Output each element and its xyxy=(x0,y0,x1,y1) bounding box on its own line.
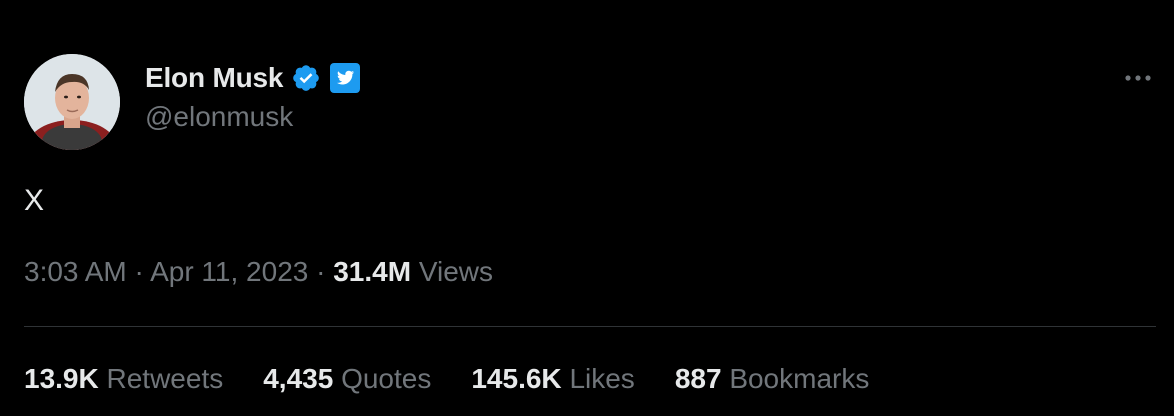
tweet: Elon Musk @elonmusk X 3:03 AM · Apr 11, … xyxy=(0,0,1174,416)
views-count: 31.4M xyxy=(333,256,412,287)
meta-separator: · xyxy=(308,256,334,287)
likes-stat[interactable]: 145.6K Likes xyxy=(471,363,634,395)
twitter-badge-icon xyxy=(329,62,361,94)
tweet-meta: 3:03 AM · Apr 11, 2023 · 31.4M Views xyxy=(24,256,493,288)
tweet-date[interactable]: Apr 11, 2023 xyxy=(150,256,308,287)
more-horizontal-icon xyxy=(1125,75,1151,81)
stat-label: Bookmarks xyxy=(729,363,870,394)
author-name-row: Elon Musk xyxy=(145,58,361,98)
stat-label: Likes xyxy=(569,363,635,394)
stat-label: Retweets xyxy=(106,363,224,394)
bookmarks-stat[interactable]: 887 Bookmarks xyxy=(675,363,870,395)
avatar[interactable] xyxy=(24,54,120,150)
tweet-text: X xyxy=(24,184,45,217)
retweets-stat[interactable]: 13.9K Retweets xyxy=(24,363,223,395)
stat-count: 4,435 xyxy=(263,363,334,394)
engagement-stats: 13.9K Retweets 4,435 Quotes 145.6K Likes… xyxy=(24,363,869,395)
handle[interactable]: @elonmusk xyxy=(145,101,293,133)
more-options-button[interactable] xyxy=(1118,64,1158,92)
stat-count: 887 xyxy=(674,363,722,394)
profile-photo-icon xyxy=(24,54,120,150)
divider xyxy=(24,326,1156,327)
views-label: Views xyxy=(418,256,494,287)
verified-icon xyxy=(291,63,321,93)
display-name[interactable]: Elon Musk xyxy=(145,62,283,94)
meta-separator: · xyxy=(126,256,151,287)
stat-label: Quotes xyxy=(341,363,432,394)
quotes-stat[interactable]: 4,435 Quotes xyxy=(263,363,431,395)
tweet-time[interactable]: 3:03 AM xyxy=(24,256,127,287)
stat-count: 13.9K xyxy=(24,363,99,394)
stat-count: 145.6K xyxy=(471,363,562,394)
